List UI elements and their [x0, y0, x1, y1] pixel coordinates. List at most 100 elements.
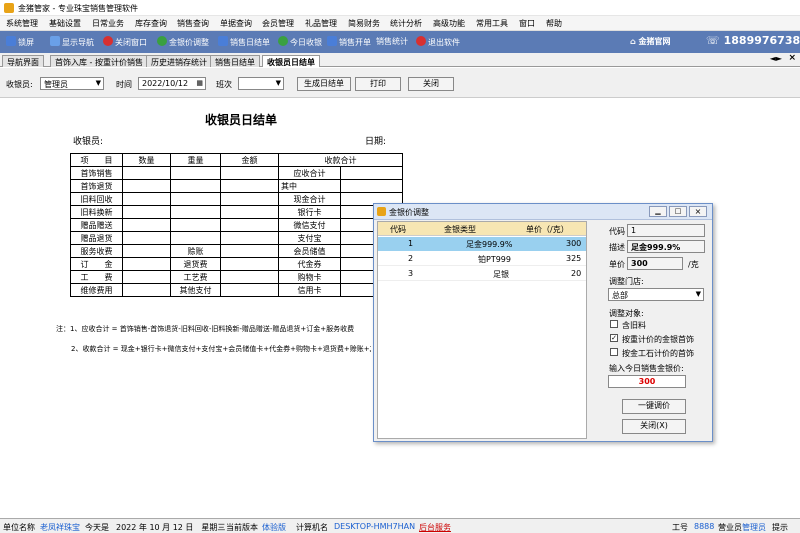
tab-sales-daily[interactable]: 销售日结单 [210, 55, 260, 67]
maximize-icon[interactable]: □ [669, 206, 687, 217]
weight-priced-checkbox[interactable]: ✓ [610, 334, 618, 342]
row-cell: 购物卡 [278, 270, 341, 284]
table-row: 工 费 工艺费 购物卡 [70, 270, 403, 284]
official-site-link[interactable]: ⌂ 金猪官网 [630, 36, 671, 47]
exit-button[interactable]: 退出软件 [416, 36, 460, 48]
table-row: 订 金 退货费 代金券 [70, 257, 403, 271]
labor-stone-checkbox[interactable] [610, 348, 618, 356]
row-cell: 赊账 [170, 244, 221, 258]
minimize-icon[interactable]: ▁ [649, 206, 667, 217]
cashier-select[interactable]: 管理员 ▼ [40, 77, 104, 90]
date-picker[interactable]: 2022/10/12 ▦ [138, 77, 206, 90]
store-label: 调整门店: [609, 277, 644, 286]
row-cell [220, 205, 279, 219]
row-cell: 其他支付 [170, 283, 221, 297]
nav-icon [50, 36, 60, 46]
row-cell [122, 270, 171, 284]
tab-jewelry-inbound[interactable]: 首饰入库 - 按重计价销售 [50, 55, 148, 67]
menu-doc-query[interactable]: 单据查询 [220, 18, 252, 29]
include-old-gold-checkbox[interactable] [610, 320, 618, 328]
row-cell [122, 257, 171, 271]
today-price-input[interactable]: 300 [608, 375, 686, 388]
row-cell [122, 283, 171, 297]
row-cell [122, 179, 171, 193]
today-price-label: 输入今日销售金银价: [609, 364, 684, 373]
row-cell [170, 231, 221, 245]
row-cell [122, 244, 171, 258]
shift-label: 班次 [216, 80, 232, 89]
price-grid: 代码 金银类型 单价（/克） 1 足金999.9% 300 2 铂PT999 3… [377, 221, 587, 439]
menu-gift[interactable]: 礼品管理 [305, 18, 337, 29]
gold-price-adjust-button[interactable]: 金银价调整 [157, 36, 209, 48]
row-cell [122, 192, 171, 206]
toolbar: 锁屏 显示导航 关闭窗口 金银价调整 销售日结单 今日收银 销售开单 销售统计 … [0, 31, 800, 53]
row-cell [220, 166, 279, 180]
price-label: 单价 [609, 260, 625, 269]
sales-order-button[interactable]: 销售开单 [327, 36, 371, 48]
table-row: 赠品退货 支付宝 [70, 231, 403, 245]
chevron-down-icon: ▼ [275, 79, 281, 87]
chevron-down-icon: ▼ [95, 79, 101, 87]
close-button[interactable]: 关闭 [408, 77, 454, 91]
row-item: 工 费 [70, 270, 123, 284]
generate-report-button[interactable]: 生成日结单 [297, 77, 351, 91]
row-item: 赠品退货 [70, 231, 123, 245]
one-click-adjust-button[interactable]: 一键调价 [622, 399, 686, 414]
grid-header-row: 代码 金银类型 单价（/克） [378, 222, 586, 236]
table-row[interactable]: 1 足金999.9% 300 [378, 237, 586, 251]
row-cell [220, 218, 279, 232]
sales-stats-button[interactable]: 销售统计 [376, 36, 408, 47]
show-nav-button[interactable]: 显示导航 [50, 36, 94, 48]
tab-cashier-daily[interactable]: 收银员日结单 [262, 55, 320, 67]
dialog-titlebar[interactable]: 金银价调整 ▁ □ × [374, 204, 712, 220]
menu-system[interactable]: 系统管理 [6, 18, 38, 29]
menu-stock-query[interactable]: 库存查询 [135, 18, 167, 29]
print-button[interactable]: 打印 [355, 77, 401, 91]
today-cash-button[interactable]: 今日收银 [278, 36, 322, 48]
table-row[interactable]: 2 铂PT999 325 [378, 252, 586, 266]
table-row: 服务收费 赊账 会员储值 [70, 244, 403, 258]
row-cell: 其中 [278, 179, 341, 193]
table-row: 旧料回收 现金合计 [70, 192, 403, 206]
close-icon[interactable]: × [689, 206, 707, 217]
store-select[interactable]: 总部 ▼ [608, 288, 704, 301]
menu-finance[interactable]: 简易财务 [348, 18, 380, 29]
dialog-close-button[interactable]: 关闭(X) [622, 419, 686, 434]
close-window-button[interactable]: 关闭窗口 [103, 36, 147, 48]
menu-member[interactable]: 会员管理 [262, 18, 294, 29]
include-old-gold-label: 含旧料 [622, 321, 646, 330]
menu-daily-business[interactable]: 日常业务 [92, 18, 124, 29]
grid-header-code: 代码 [390, 225, 406, 234]
row-cell: 微信支付 [278, 218, 341, 232]
row-cell: 工艺费 [170, 270, 221, 284]
table-row: 旧料换新 银行卡 [70, 205, 403, 219]
backend-service-link[interactable]: 后台服务 [419, 522, 451, 533]
tab-navigation[interactable]: 导航界面 [2, 55, 44, 67]
table-row: 赠品赠送 微信支付 [70, 218, 403, 232]
coin-icon [157, 36, 167, 46]
shift-select[interactable]: ▼ [238, 77, 284, 90]
menu-window[interactable]: 窗口 [519, 18, 535, 29]
menu-sales-query[interactable]: 销售查询 [177, 18, 209, 29]
header-qty: 数量 [122, 153, 171, 167]
menu-tools[interactable]: 常用工具 [476, 18, 508, 29]
report-note-2: 2、收款合计 = 现金+银行卡+微信支付+支付宝+会员储值卡+代金券+购物卡+退… [71, 345, 371, 353]
version-label: 当前版本 [226, 523, 258, 532]
tab-scroll-icon[interactable]: ◄► [770, 54, 782, 63]
lock-icon [6, 36, 16, 46]
menu-advanced[interactable]: 高级功能 [433, 18, 465, 29]
menu-help[interactable]: 帮助 [546, 18, 562, 29]
row-cell [170, 218, 221, 232]
tab-history-stock[interactable]: 历史进销存统计 [146, 55, 212, 67]
sales-daily-button[interactable]: 销售日结单 [218, 36, 270, 48]
row-cell [220, 192, 279, 206]
row-cell: 现金合计 [278, 192, 341, 206]
row-cell [220, 270, 279, 284]
menu-statistics[interactable]: 统计分析 [390, 18, 422, 29]
report-cashier-label: 收银员: [73, 137, 104, 147]
table-row[interactable]: 3 足银 20 [378, 267, 586, 281]
menu-basic-settings[interactable]: 基础设置 [49, 18, 81, 29]
lock-screen-button[interactable]: 锁屏 [6, 36, 34, 48]
row-cell: 应收合计 [278, 166, 341, 180]
tab-close-icon[interactable]: × [788, 53, 796, 63]
